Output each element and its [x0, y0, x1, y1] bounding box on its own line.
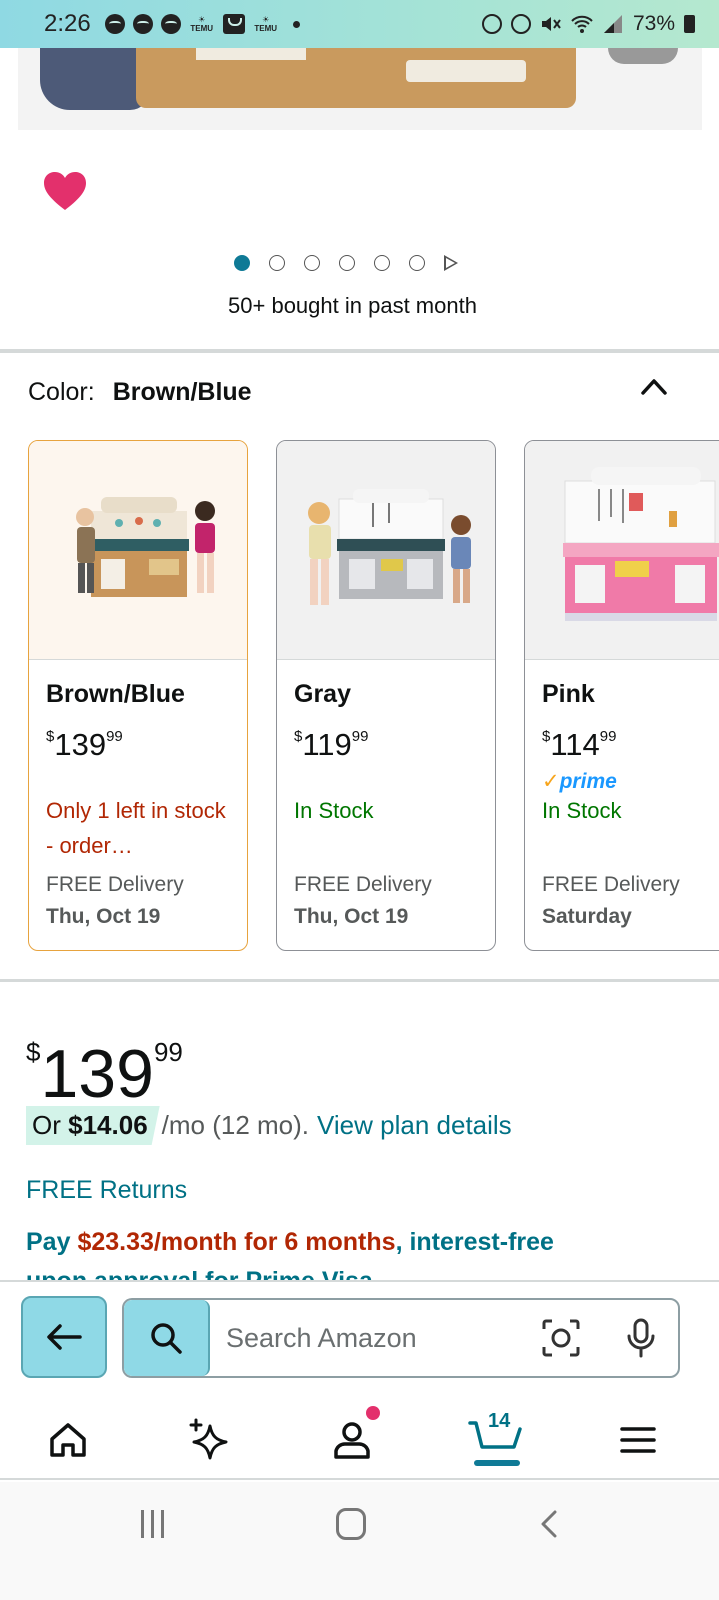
- variant-name: Brown/Blue: [46, 680, 185, 708]
- variant-price: $11499: [542, 727, 617, 762]
- heart-icon[interactable]: [42, 170, 88, 212]
- prime-visa-offer[interactable]: Pay $23.33/month for 6 months, interest-…: [26, 1228, 554, 1257]
- variant-card-pink[interactable]: Pink $11499 ✓prime In Stock FREE Deliver…: [524, 440, 719, 951]
- color-label: Color:: [28, 378, 95, 406]
- sparkle-icon: [189, 1418, 228, 1460]
- section-divider: [0, 349, 719, 353]
- messenger-icon: [160, 14, 181, 34]
- search-input[interactable]: [226, 1318, 526, 1358]
- product-image-shoe: [608, 48, 678, 64]
- arrow-left-icon: [47, 1324, 82, 1350]
- monthly-payment-badge: Or $14.06: [26, 1106, 160, 1145]
- signal-icon: [603, 15, 622, 33]
- chevron-up-icon[interactable]: [640, 376, 668, 396]
- variant-delivery-date: Thu, Oct 19: [46, 905, 161, 928]
- variant-name: Pink: [542, 680, 595, 708]
- camera-search-icon[interactable]: [542, 1319, 580, 1357]
- android-navigation-bar: [0, 1482, 719, 1600]
- search-bar-area: [0, 1280, 719, 1396]
- temu-icon: ☀ TEMU: [190, 15, 214, 33]
- video-play-icon[interactable]: [444, 255, 458, 271]
- monthly-payment: Or $14.06 /mo (12 mo). View plan details: [26, 1106, 512, 1145]
- prime-badge: ✓prime: [542, 770, 617, 793]
- notification-dot: [366, 1406, 380, 1420]
- battery-icon: [684, 15, 695, 33]
- carousel-dots[interactable]: [234, 255, 458, 271]
- microphone-icon[interactable]: [624, 1318, 658, 1358]
- carousel-dot[interactable]: [269, 255, 285, 271]
- active-tab-indicator: [474, 1460, 520, 1466]
- carousel-dot[interactable]: [409, 255, 425, 271]
- variant-image: [29, 441, 247, 660]
- nav-rufus[interactable]: [180, 1410, 240, 1470]
- variant-delivery: FREE Delivery: [294, 873, 432, 896]
- variant-stock: In Stock: [542, 798, 622, 823]
- color-value: Brown/Blue: [112, 378, 252, 406]
- variant-card-brown-blue[interactable]: Brown/Blue $13999 Only 1 left in stock -…: [28, 440, 248, 951]
- variant-prime: [46, 769, 231, 793]
- monthly-term: /mo (12 mo).: [161, 1110, 310, 1140]
- prime-check-icon: ✓: [542, 770, 560, 793]
- system-home-icon[interactable]: [336, 1508, 366, 1540]
- cart-count: 14: [488, 1410, 511, 1432]
- variant-price: $13999: [46, 727, 123, 762]
- product-image[interactable]: [18, 48, 702, 130]
- back-button[interactable]: [21, 1296, 107, 1378]
- temu-icon: ☀ TEMU: [254, 15, 278, 33]
- alarm-icon: [510, 14, 531, 34]
- bought-in-past-month: 50+ bought in past month: [228, 293, 477, 318]
- carousel-dot[interactable]: [339, 255, 355, 271]
- variant-delivery: FREE Delivery: [46, 873, 184, 896]
- view-plan-details-link[interactable]: View plan details: [317, 1110, 512, 1141]
- mute-icon: [541, 17, 561, 31]
- variant-stock: In Stock: [294, 798, 374, 823]
- account-icon: [334, 1422, 370, 1459]
- messenger-icon: [132, 14, 153, 34]
- variant-delivery-date: Saturday: [542, 905, 632, 928]
- variant-name: Gray: [294, 680, 351, 708]
- variant-price: $11999: [294, 727, 369, 762]
- prime-visa-offer-line2[interactable]: upon approval for Prime Visa: [26, 1266, 373, 1280]
- carousel-dot[interactable]: [304, 255, 320, 271]
- battery-percent: 73%: [632, 12, 675, 35]
- status-bar: 2:26 ☀ TEMU ☀ TEMU 73%: [0, 0, 719, 48]
- carousel-dot-active[interactable]: [234, 255, 250, 271]
- variant-delivery-date: Thu, Oct 19: [294, 905, 409, 928]
- variant-delivery: FREE Delivery: [542, 873, 680, 896]
- section-divider: [0, 979, 719, 982]
- status-time: 2:26: [44, 10, 91, 37]
- home-icon: [50, 1423, 86, 1457]
- bottom-navigation: 14: [0, 1396, 719, 1480]
- search-button[interactable]: [124, 1300, 210, 1376]
- recents-icon[interactable]: [141, 1510, 169, 1538]
- nav-menu[interactable]: [608, 1410, 668, 1470]
- variant-image: [277, 441, 495, 660]
- sync-icon: [481, 14, 502, 34]
- nav-home[interactable]: [38, 1410, 98, 1470]
- product-image-leg: [40, 48, 150, 110]
- search-icon: [151, 1323, 182, 1354]
- variant-image: [525, 441, 719, 660]
- product-image-kitchen: [136, 48, 576, 108]
- variant-prime: [294, 769, 479, 793]
- hamburger-menu-icon: [620, 1427, 656, 1453]
- carousel-dot[interactable]: [374, 255, 390, 271]
- product-price: $13999: [26, 1036, 183, 1112]
- mail-icon: [222, 14, 245, 34]
- variant-list: Brown/Blue $13999 Only 1 left in stock -…: [28, 440, 719, 952]
- messenger-icon: [104, 14, 125, 34]
- variant-stock: Only 1 left in stock - order…: [46, 798, 226, 858]
- more-notifications-icon: [292, 20, 300, 28]
- color-selector: Color: Brown/Blue: [28, 378, 252, 407]
- search-box[interactable]: [122, 1298, 680, 1378]
- variant-card-gray[interactable]: Gray $11999 In Stock FREE Delivery Thu, …: [276, 440, 496, 951]
- wifi-icon: [571, 15, 593, 33]
- system-back-icon[interactable]: [538, 1509, 560, 1539]
- free-returns-link[interactable]: FREE Returns: [26, 1176, 187, 1205]
